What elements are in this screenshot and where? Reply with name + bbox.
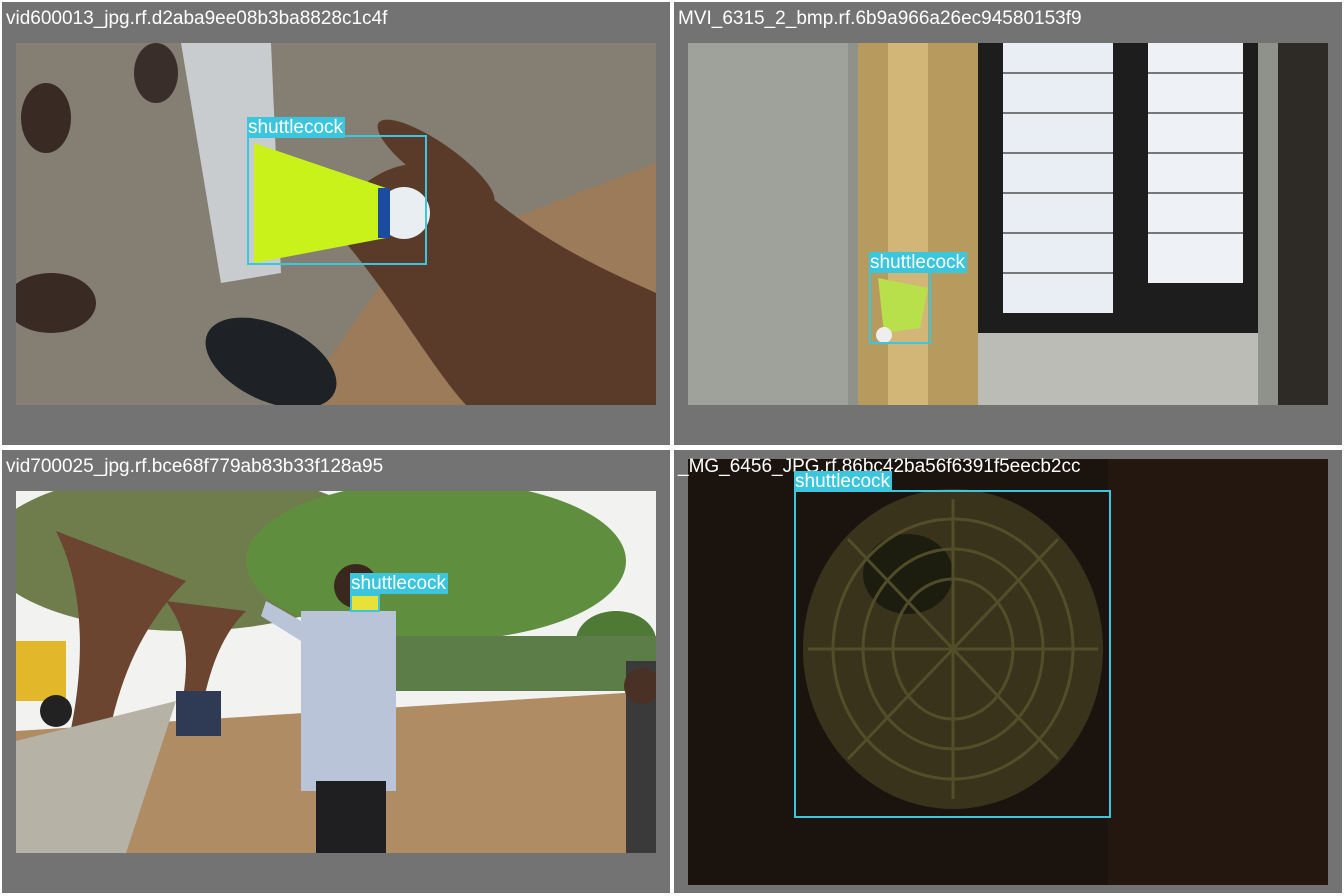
image-filename: vid700025_jpg.rf.bce68f779ab83b33f128a95 xyxy=(6,456,384,477)
image-tile-1: vid600013_jpg.rf.d2aba9ee08b3ba8828c1c4f… xyxy=(2,2,670,445)
image-filename: MVI_6315_2_bmp.rf.6b9a966a26ec94580153f9 xyxy=(678,8,1082,29)
detection-label: shuttlecock xyxy=(869,252,968,273)
image-tile-2: MVI_6315_2_bmp.rf.6b9a966a26ec94580153f9 xyxy=(674,2,1342,445)
photo-window-curtain-shuttlecock xyxy=(688,43,1328,405)
detection-label: shuttlecock xyxy=(350,573,449,594)
detection-box xyxy=(869,270,931,344)
image-filename: vid600013_jpg.rf.d2aba9ee08b3ba8828c1c4f xyxy=(6,8,388,29)
detection-box xyxy=(350,594,380,612)
photo-illustration xyxy=(688,43,1328,405)
detection-label: shuttlecock xyxy=(794,471,893,492)
detection-box xyxy=(247,135,427,265)
detection-box xyxy=(794,490,1111,818)
image-tile-3: vid700025_jpg.rf.bce68f779ab83b33f128a95 xyxy=(2,450,670,893)
photo-illustration xyxy=(16,491,656,853)
photo-outdoor-player xyxy=(16,491,656,853)
detection-label: shuttlecock xyxy=(247,117,346,138)
image-tile-4: _MG_6456_JPG.rf.86bc42ba56f6391f5eecb2cc… xyxy=(674,450,1342,893)
